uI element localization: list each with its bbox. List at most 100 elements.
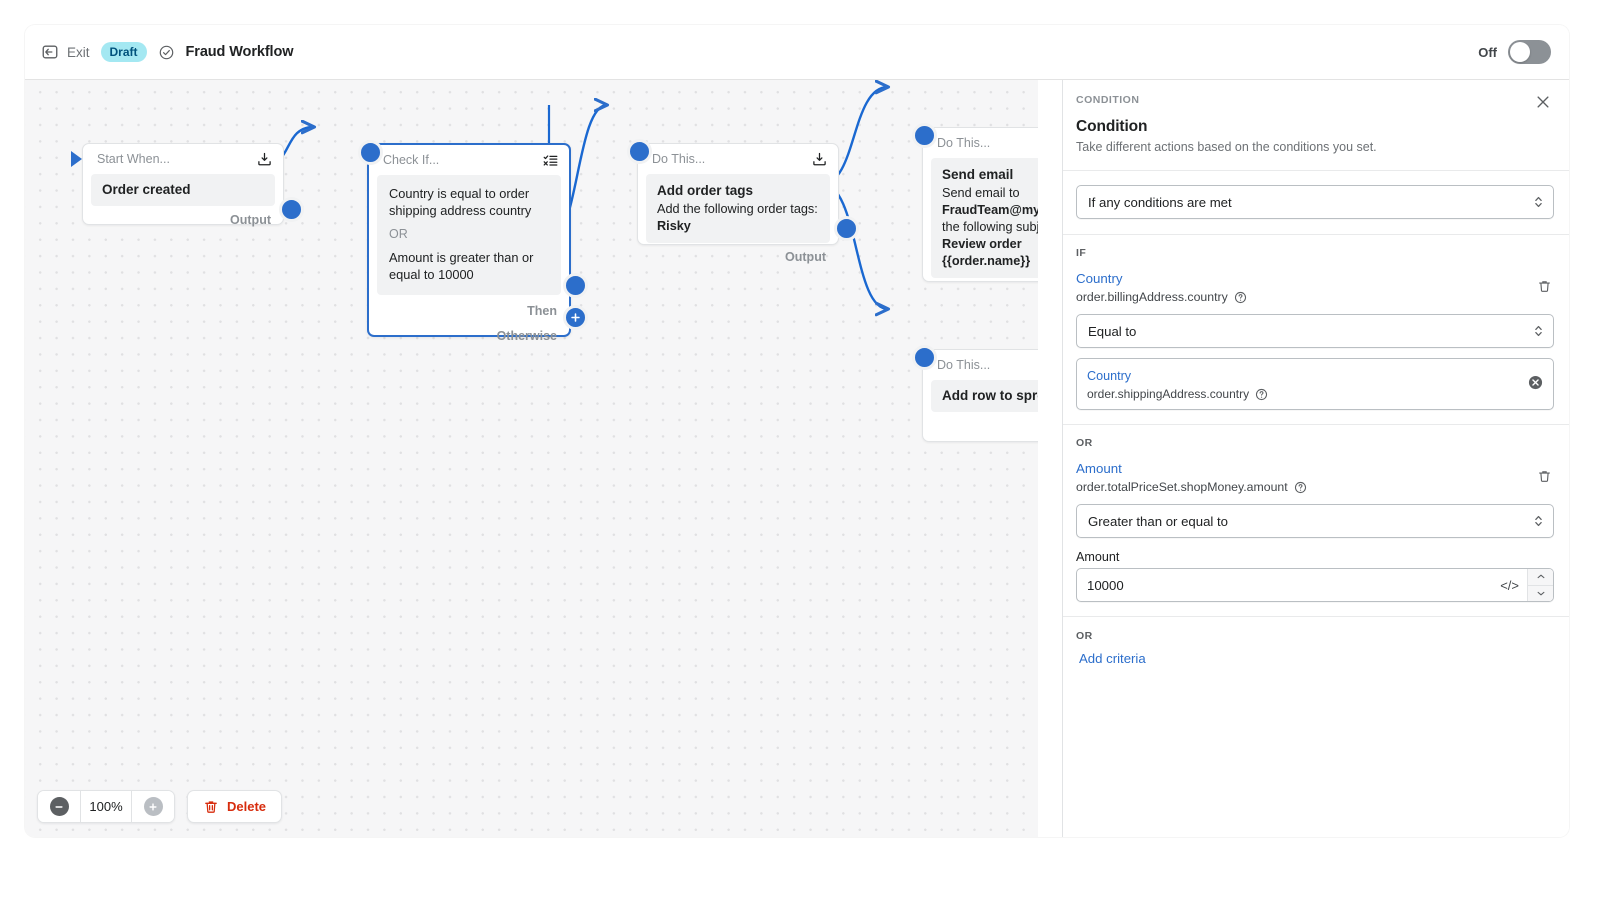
zoom-out-button[interactable] [38,791,80,822]
chevron-updown-icon [1534,323,1543,339]
criteria-group-1-value-name: Country [1087,367,1517,385]
node-add-order-tags-subtitle: Add the following order tags: Risky [657,201,819,235]
workflow-enable-toggle[interactable] [1508,40,1551,64]
criteria-group-2: OR Amount order.totalPriceSet.shopMoney.… [1063,425,1569,617]
tags-subtitle-prefix: Add the following order tags: [657,202,818,216]
workflow-canvas[interactable]: Start When... Order created Output Check… [25,80,1038,837]
amount-input[interactable] [1077,569,1492,601]
checklist-icon[interactable] [542,152,559,169]
criteria-group-2-operator-select[interactable]: Greater than or equal to [1076,504,1554,538]
criteria-group-2-value-label: Amount [1076,550,1554,564]
amount-stepper [1527,569,1553,601]
criteria-group-2-joiner: OR [1076,437,1554,449]
criteria-group-2-field-name[interactable]: Amount [1076,460,1534,478]
node-condition-input-port[interactable] [358,140,383,165]
criteria-group-1-field-path: order.billingAddress.country [1076,290,1228,304]
criteria-group-1-value-path-row: order.shippingAddress.country [1087,387,1517,401]
trash-icon [1537,279,1552,294]
node-send-email-subtitle: Send email to FraudTeam@mystore.com the … [942,185,1038,270]
node-condition-joiner: OR [389,227,549,241]
node-send-email-header-label: Do This... [937,136,990,150]
criteria-group-2-field: Amount order.totalPriceSet.shopMoney.amo… [1076,460,1554,494]
node-add-order-tags-output-port[interactable] [834,216,859,241]
chevron-updown-icon [1534,194,1543,210]
code-insert-icon[interactable]: </> [1492,569,1527,601]
workflow-editor-window: Exit Draft Fraud Workflow Off [25,25,1569,837]
help-icon[interactable] [1234,291,1247,304]
zoom-control-group: 100% [37,790,175,823]
node-trigger-header-label: Start When... [97,152,170,166]
criteria-group-1-value-reference[interactable]: Country order.shippingAddress.country [1076,358,1554,410]
node-condition-otherwise-add-button[interactable] [563,305,588,330]
delete-button[interactable]: Delete [187,790,282,823]
trigger-start-arrow-icon [71,151,82,167]
node-trigger-body: Order created [91,174,275,206]
node-add-order-tags-title: Add order tags [657,182,819,200]
import-icon[interactable] [811,151,828,168]
node-add-order-tags[interactable]: Do This... Add order tags Add the follow… [637,143,839,245]
criteria-group-2-value-field: </> [1076,568,1554,602]
node-add-row-title: Add row to spreadsheet [942,387,1038,405]
chevron-updown-icon [1534,513,1543,529]
exit-button[interactable]: Exit [41,43,90,61]
add-criteria-button[interactable]: Add criteria [1076,651,1146,666]
page-title: Fraud Workflow [186,44,294,60]
match-mode-value: If any conditions are met [1088,195,1232,210]
close-panel-button[interactable] [1532,92,1554,114]
node-condition-header-label: Check If... [383,153,439,167]
criteria-group-1-clear-value-button[interactable] [1527,376,1543,392]
node-send-email-input-port[interactable] [912,123,937,148]
top-bar-right: Off [1478,40,1569,64]
email-subject: Review order {{order.name}} [942,237,1030,268]
criteria-group-2-delete-button[interactable] [1534,466,1554,486]
criteria-group-2-field-text: Amount order.totalPriceSet.shopMoney.amo… [1076,460,1534,494]
node-trigger-output-label: Output [83,206,283,234]
condition-settings-panel: CONDITION Condition Take different actio… [1062,80,1569,837]
node-add-row-input-port[interactable] [912,345,937,370]
criteria-group-1: IF Country order.billingAddress.country [1063,235,1569,425]
node-send-email-header: Do This... [923,128,1038,158]
zoom-in-button[interactable] [132,791,174,822]
criteria-group-2-field-path-row: order.totalPriceSet.shopMoney.amount [1076,480,1534,494]
node-condition-then-label: Then [369,299,569,323]
panel-subtitle: Take different actions based on the cond… [1076,140,1549,154]
help-icon[interactable] [1294,481,1307,494]
node-add-row-body: Add row to spreadsheet [931,380,1038,412]
node-send-email-title: Send email [942,166,1038,184]
criteria-group-1-field-path-row: order.billingAddress.country [1076,290,1534,304]
node-add-order-tags-body: Add order tags Add the following order t… [646,174,830,243]
close-icon [1534,93,1552,114]
node-condition-line-2: Amount is greater than or equal to 10000 [389,249,549,283]
check-circle-icon [158,44,175,61]
top-bar-left: Exit Draft Fraud Workflow [25,42,293,62]
node-add-row-spreadsheet[interactable]: Do This... Add row to spreadsheet [922,349,1038,442]
node-add-order-tags-input-port[interactable] [627,139,652,164]
node-add-order-tags-output-label: Output [638,243,838,271]
tags-subtitle-value: Risky [657,219,691,233]
node-trigger-output-port[interactable] [279,197,304,222]
criteria-group-2-operator-value: Greater than or equal to [1088,514,1228,529]
criteria-group-1-operator-select[interactable]: Equal to [1076,314,1554,348]
node-send-email[interactable]: Do This... Send email Send email to Frau… [922,127,1038,282]
node-condition[interactable]: Check If... Country is equal to order sh… [367,143,571,337]
status-badge: Draft [101,42,147,62]
node-condition-then-port[interactable] [563,273,588,298]
node-trigger[interactable]: Start When... Order created Output [82,143,284,225]
criteria-group-1-field-name[interactable]: Country [1076,270,1534,288]
node-condition-header: Check If... [369,145,569,175]
node-condition-otherwise-label: Otherwise [369,323,569,349]
node-condition-line-1: Country is equal to order shipping addre… [389,185,549,219]
amount-increment-button[interactable] [1528,569,1553,586]
criteria-group-1-delete-button[interactable] [1534,276,1554,296]
node-add-row-header: Do This... [923,350,1038,380]
criteria-group-1-field-text: Country order.billingAddress.country [1076,270,1534,304]
match-mode-select[interactable]: If any conditions are met [1076,185,1554,219]
node-send-email-body: Send email Send email to FraudTeam@mysto… [931,158,1038,278]
criteria-group-1-joiner: IF [1076,247,1554,259]
trash-icon [1537,469,1552,484]
help-icon[interactable] [1255,388,1268,401]
amount-decrement-button[interactable] [1528,586,1553,602]
import-icon[interactable] [256,151,273,168]
top-bar: Exit Draft Fraud Workflow Off [25,25,1569,80]
criteria-group-1-value-path: order.shippingAddress.country [1087,387,1249,401]
